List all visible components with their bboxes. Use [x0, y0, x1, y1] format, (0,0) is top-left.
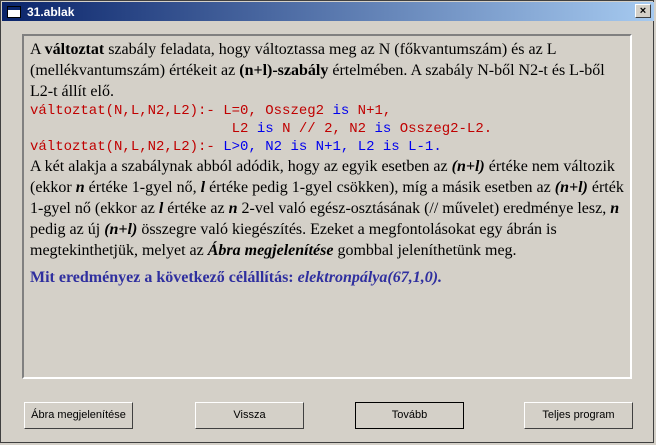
- show-figure-button[interactable]: Ábra megjelenítése: [24, 402, 133, 429]
- explanation-paragraph: A két alakja a szabálynak abból adódik, …: [30, 158, 624, 259]
- question-text: Mit eredményez a következő célállítás: e…: [30, 269, 443, 286]
- content-panel: A változtat szabály feladata, hogy válto…: [22, 34, 632, 379]
- dialog-window: 31.ablak × A változtat szabály feladata,…: [0, 0, 654, 443]
- back-button[interactable]: Vissza: [195, 402, 304, 429]
- code-line-1: változtat(N,L,N2,L2):- L=0, Osszeg2 is N…: [30, 103, 392, 119]
- close-button[interactable]: ×: [635, 4, 651, 18]
- lesson-text: A változtat szabály feladata, hogy válto…: [30, 39, 626, 288]
- goal-expression: elektronpálya(67,1,0).: [297, 269, 443, 286]
- window-app-icon: [7, 5, 21, 18]
- window-title: 31.ablak: [27, 4, 75, 19]
- next-button[interactable]: Tovább: [355, 402, 464, 429]
- rule-term: (n+l)-szabály: [239, 62, 329, 79]
- intro-paragraph: A változtat szabály feladata, hogy válto…: [30, 41, 605, 100]
- title-bar: 31.ablak ×: [2, 2, 654, 21]
- rule-name: változtat: [44, 41, 105, 58]
- full-program-button[interactable]: Teljes program: [524, 402, 633, 429]
- code-line-2: változtat(N,L,N2,L2):- L2 is N // 2, N2 …: [231, 121, 493, 137]
- code-line-3: változtat(N,L,N2,L2):- L>0, N2 is N+1, L…: [30, 139, 442, 155]
